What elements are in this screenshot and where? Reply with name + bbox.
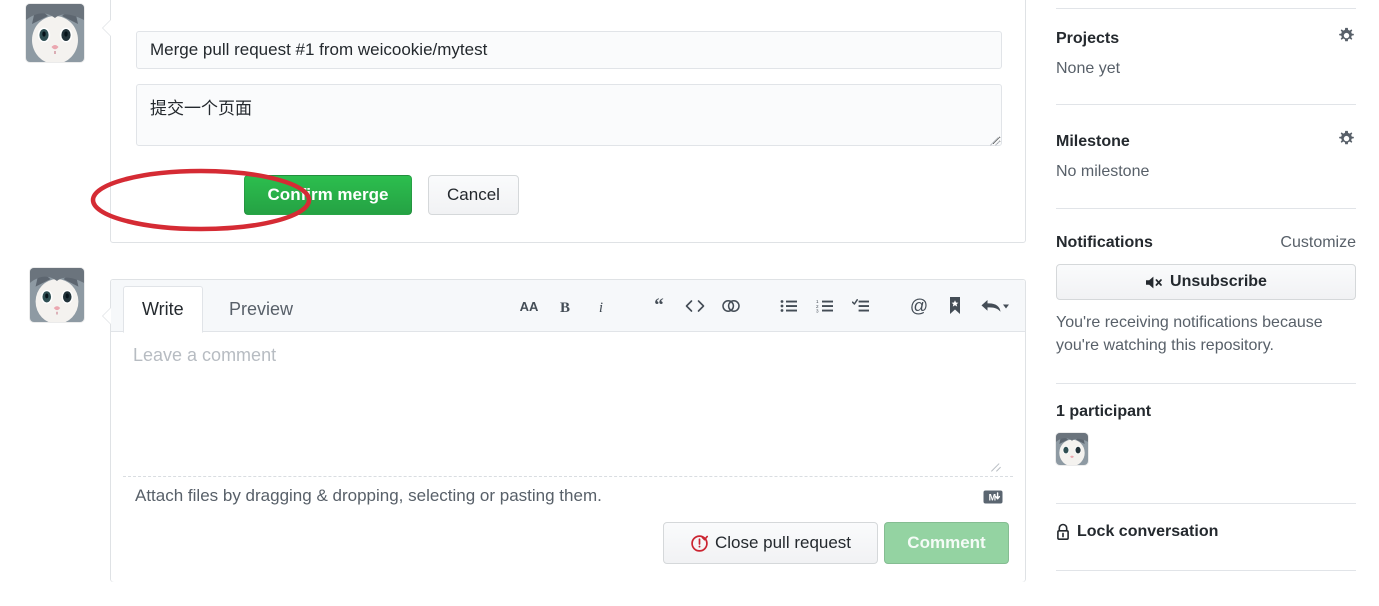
sidebar-divider [1056,570,1356,571]
sidebar-divider [1056,104,1356,105]
quote-icon[interactable]: “ [641,289,677,323]
participants-title: 1 participant [1056,403,1152,420]
close-pull-request-button[interactable]: Close pull request [663,522,878,564]
cancel-merge-button[interactable]: Cancel [428,175,519,215]
markdown-icon[interactable]: M [983,490,1003,504]
gear-icon[interactable] [1337,130,1356,154]
attach-files-hint: Attach files by dragging & dropping, sel… [135,486,602,505]
svg-text:@: @ [910,297,928,316]
close-pull-request-label: Close pull request [714,533,852,552]
unsubscribe-button[interactable]: Unsubscribe [1056,264,1356,300]
avatar-comment-author[interactable] [30,268,84,322]
projects-title: Projects [1056,30,1120,47]
svg-text:M: M [989,492,997,502]
sidebar-divider [1056,208,1356,209]
notifications-note: You're receiving notifications because y… [1056,314,1323,354]
svg-text:3: 3 [816,309,819,313]
mute-icon [1145,275,1164,290]
tab-preview[interactable]: Preview [211,286,311,333]
main-column: Confirm merge Cancel [0,0,1040,606]
svg-text:B: B [560,300,570,315]
merge-commit-title-input[interactable] [136,31,1002,69]
code-icon[interactable] [677,289,713,323]
saved-reply-icon[interactable] [937,289,973,323]
milestone-value: No milestone [1056,163,1150,180]
projects-value: None yet [1056,60,1121,77]
lock-conversation-label: Lock conversation [1077,523,1219,540]
comment-form-actions: Close pull request Comment [111,512,1025,582]
comment-form: Write Preview AA B i “ 1 2 3 @ Leave a c… [102,279,1026,582]
sidebar-divider [1056,503,1356,504]
heading-icon[interactable]: AA [511,289,547,323]
notifications-title: Notifications [1056,234,1153,251]
pr-sidebar: Projects None yet Milestone No milestone… [1056,0,1356,606]
svg-text:AA: AA [520,299,539,314]
avatar-merge-author[interactable] [26,4,84,62]
link-icon[interactable] [713,289,749,323]
customize-notifications-link[interactable]: Customize [1280,234,1356,252]
avatar-image [30,268,84,322]
tab-write-label: Write [142,299,184,319]
svg-text:“: “ [654,298,664,314]
ordered-list-icon[interactable]: 1 2 3 [807,289,843,323]
markdown-toolbar: AA B i “ 1 2 3 @ [511,280,1017,332]
sidebar-section-lock: Lock conversation [1056,523,1356,541]
participant-avatar[interactable] [1056,433,1088,465]
projects-header: Projects [1056,27,1356,51]
bubble-pointer [103,19,112,37]
comment-input[interactable] [123,341,1013,471]
mention-icon[interactable]: @ [901,289,937,323]
confirm-merge-button[interactable]: Confirm merge [244,175,412,215]
sidebar-section-milestone: Milestone No milestone [1056,130,1356,181]
notifications-header: Notifications Customize [1056,234,1356,252]
sidebar-section-projects: Projects None yet [1056,27,1356,78]
comment-submit-button[interactable]: Comment [884,522,1009,564]
svg-text:i: i [599,300,603,315]
attach-divider [123,476,1013,477]
bold-icon[interactable]: B [547,289,583,323]
lock-conversation-button[interactable]: Lock conversation [1056,523,1356,541]
milestone-header: Milestone [1056,130,1356,154]
sidebar-section-participants: 1 participant [1056,403,1356,465]
sidebar-divider [1056,8,1356,9]
task-list-icon[interactable] [843,289,879,323]
gear-icon[interactable] [1337,27,1356,51]
milestone-title: Milestone [1056,133,1130,150]
pull-request-page: Confirm merge Cancel [0,0,1379,606]
tab-write[interactable]: Write [123,286,203,333]
avatar-image [26,4,84,62]
comment-form-tabnav: Write Preview AA B i “ 1 2 3 @ [111,280,1025,333]
merge-commit-description-input[interactable] [136,84,1002,146]
reply-icon[interactable] [973,289,1017,323]
unsubscribe-label: Unsubscribe [1170,273,1267,290]
lock-icon [1056,523,1070,541]
issue-closed-icon [690,534,709,553]
tab-preview-label: Preview [229,299,294,319]
unordered-list-icon[interactable] [771,289,807,323]
merge-confirmation-box: Confirm merge Cancel [102,0,1026,243]
sidebar-section-notifications: Notifications Customize Unsubscribe You'… [1056,234,1356,357]
italic-icon[interactable]: i [583,289,619,323]
avatar-image [1056,433,1088,465]
sidebar-divider [1056,383,1356,384]
